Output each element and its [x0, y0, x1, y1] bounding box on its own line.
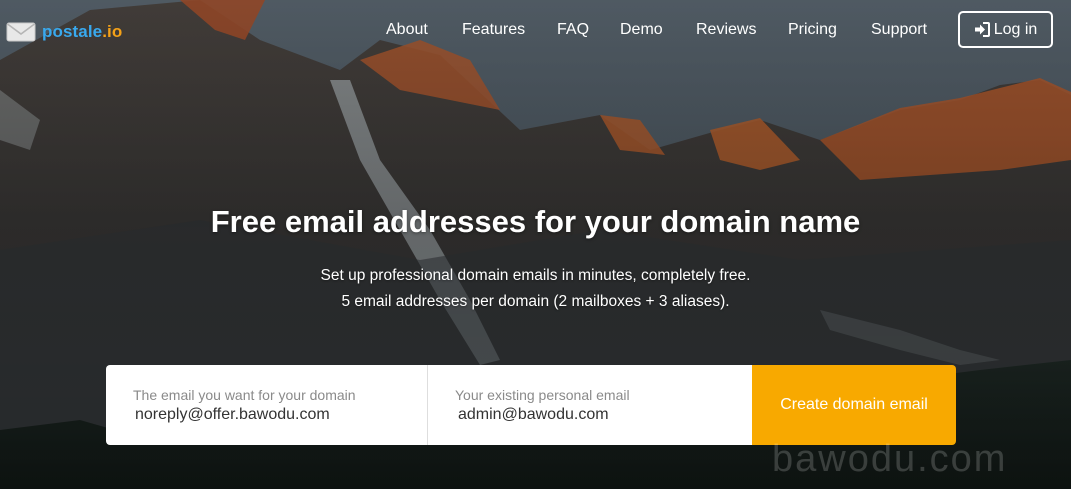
login-label: Log in: [993, 20, 1038, 38]
watermark: bawodu.com: [772, 438, 1008, 480]
nav-reviews[interactable]: Reviews: [696, 19, 756, 41]
domain-email-field[interactable]: The email you want for your domain norep…: [106, 365, 428, 445]
create-domain-email-button[interactable]: Create domain email: [752, 365, 956, 445]
domain-email-input[interactable]: noreply@offer.bawodu.com: [135, 406, 330, 424]
hero-title: Free email addresses for your domain nam…: [210, 204, 861, 239]
top-nav: About Features FAQ Demo Reviews Pricing …: [0, 19, 1071, 43]
nav-demo[interactable]: Demo: [620, 19, 663, 41]
nav-faq[interactable]: FAQ: [557, 19, 589, 41]
hero-subtitle-line1: Set up professional domain emails in min…: [320, 267, 751, 284]
nav-pricing[interactable]: Pricing: [788, 19, 837, 41]
nav-features[interactable]: Features: [462, 19, 525, 41]
sign-in-icon: [974, 22, 990, 37]
nav-support[interactable]: Support: [871, 19, 927, 41]
personal-email-field[interactable]: Your existing personal email admin@bawod…: [428, 365, 752, 445]
personal-email-label: Your existing personal email: [455, 387, 630, 403]
login-button[interactable]: Log in: [958, 11, 1053, 48]
domain-email-label: The email you want for your domain: [133, 387, 356, 403]
signup-form: The email you want for your domain norep…: [106, 365, 956, 445]
personal-email-input[interactable]: admin@bawodu.com: [458, 406, 609, 424]
nav-about[interactable]: About: [386, 19, 428, 41]
hero-subtitle-line2: 5 email addresses per domain (2 mailboxe…: [341, 293, 730, 310]
